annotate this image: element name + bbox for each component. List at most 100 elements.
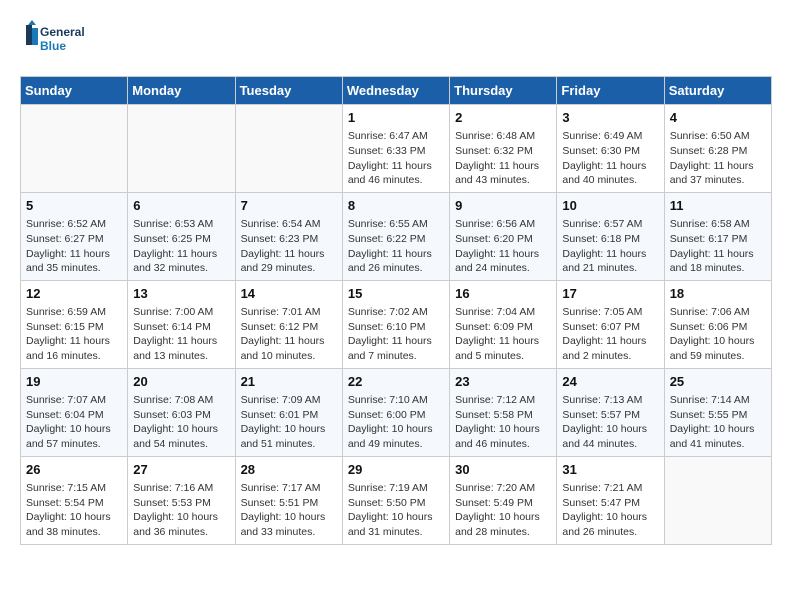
day-number: 15 bbox=[348, 285, 444, 303]
weekday-header-friday: Friday bbox=[557, 77, 664, 105]
calendar-cell: 16 Sunrise: 7:04 AM Sunset: 6:09 PM Dayli… bbox=[450, 280, 557, 368]
calendar-cell: 5 Sunrise: 6:52 AM Sunset: 6:27 PM Daylig… bbox=[21, 192, 128, 280]
weekday-header-saturday: Saturday bbox=[664, 77, 771, 105]
day-number: 11 bbox=[670, 197, 766, 215]
day-info: Sunrise: 6:55 AM Sunset: 6:22 PM Dayligh… bbox=[348, 217, 444, 276]
day-number: 18 bbox=[670, 285, 766, 303]
day-info: Sunrise: 7:13 AM Sunset: 5:57 PM Dayligh… bbox=[562, 393, 658, 452]
day-info: Sunrise: 7:15 AM Sunset: 5:54 PM Dayligh… bbox=[26, 481, 122, 540]
day-info: Sunrise: 7:16 AM Sunset: 5:53 PM Dayligh… bbox=[133, 481, 229, 540]
day-number: 28 bbox=[241, 461, 337, 479]
weekday-header-tuesday: Tuesday bbox=[235, 77, 342, 105]
day-info: Sunrise: 7:01 AM Sunset: 6:12 PM Dayligh… bbox=[241, 305, 337, 364]
calendar-cell: 6 Sunrise: 6:53 AM Sunset: 6:25 PM Daylig… bbox=[128, 192, 235, 280]
day-info: Sunrise: 7:10 AM Sunset: 6:00 PM Dayligh… bbox=[348, 393, 444, 452]
day-info: Sunrise: 7:12 AM Sunset: 5:58 PM Dayligh… bbox=[455, 393, 551, 452]
day-number: 6 bbox=[133, 197, 229, 215]
calendar-cell: 4Sunrise: 6:50 AM Sunset: 6:28 PM Daylig… bbox=[664, 105, 771, 193]
day-number: 10 bbox=[562, 197, 658, 215]
weekday-header-row: SundayMondayTuesdayWednesdayThursdayFrid… bbox=[21, 77, 772, 105]
calendar-cell: 30Sunrise: 7:20 AM Sunset: 5:49 PM Dayli… bbox=[450, 456, 557, 544]
calendar-cell: 13 Sunrise: 7:00 AM Sunset: 6:14 PM Dayli… bbox=[128, 280, 235, 368]
day-info: Sunrise: 7:09 AM Sunset: 6:01 PM Dayligh… bbox=[241, 393, 337, 452]
day-info: Sunrise: 6:58 AM Sunset: 6:17 PM Dayligh… bbox=[670, 217, 766, 276]
day-number: 13 bbox=[133, 285, 229, 303]
calendar-week-1: 1Sunrise: 6:47 AM Sunset: 6:33 PM Daylig… bbox=[21, 105, 772, 193]
day-number: 3 bbox=[562, 109, 658, 127]
day-number: 31 bbox=[562, 461, 658, 479]
day-info: Sunrise: 6:59 AM Sunset: 6:15 PM Dayligh… bbox=[26, 305, 122, 364]
weekday-header-sunday: Sunday bbox=[21, 77, 128, 105]
day-info: Sunrise: 6:54 AM Sunset: 6:23 PM Dayligh… bbox=[241, 217, 337, 276]
day-info: Sunrise: 6:52 AM Sunset: 6:27 PM Dayligh… bbox=[26, 217, 122, 276]
day-number: 21 bbox=[241, 373, 337, 391]
day-info: Sunrise: 6:49 AM Sunset: 6:30 PM Dayligh… bbox=[562, 129, 658, 188]
calendar-cell: 8 Sunrise: 6:55 AM Sunset: 6:22 PM Daylig… bbox=[342, 192, 449, 280]
day-number: 23 bbox=[455, 373, 551, 391]
logo-svg: General Blue bbox=[20, 20, 90, 60]
calendar-week-3: 12 Sunrise: 6:59 AM Sunset: 6:15 PM Dayli… bbox=[21, 280, 772, 368]
day-info: Sunrise: 6:56 AM Sunset: 6:20 PM Dayligh… bbox=[455, 217, 551, 276]
day-info: Sunrise: 7:04 AM Sunset: 6:09 PM Dayligh… bbox=[455, 305, 551, 364]
calendar-week-2: 5 Sunrise: 6:52 AM Sunset: 6:27 PM Daylig… bbox=[21, 192, 772, 280]
calendar-cell: 14 Sunrise: 7:01 AM Sunset: 6:12 PM Dayli… bbox=[235, 280, 342, 368]
day-number: 20 bbox=[133, 373, 229, 391]
day-number: 17 bbox=[562, 285, 658, 303]
day-info: Sunrise: 7:07 AM Sunset: 6:04 PM Dayligh… bbox=[26, 393, 122, 452]
weekday-header-thursday: Thursday bbox=[450, 77, 557, 105]
day-number: 29 bbox=[348, 461, 444, 479]
day-number: 19 bbox=[26, 373, 122, 391]
day-number: 26 bbox=[26, 461, 122, 479]
calendar-cell: 23 Sunrise: 7:12 AM Sunset: 5:58 PM Dayli… bbox=[450, 368, 557, 456]
calendar-cell: 21 Sunrise: 7:09 AM Sunset: 6:01 PM Dayli… bbox=[235, 368, 342, 456]
day-info: Sunrise: 6:57 AM Sunset: 6:18 PM Dayligh… bbox=[562, 217, 658, 276]
day-info: Sunrise: 6:48 AM Sunset: 6:32 PM Dayligh… bbox=[455, 129, 551, 188]
day-info: Sunrise: 7:08 AM Sunset: 6:03 PM Dayligh… bbox=[133, 393, 229, 452]
calendar-cell: 20 Sunrise: 7:08 AM Sunset: 6:03 PM Dayli… bbox=[128, 368, 235, 456]
calendar-cell: 22Sunrise: 7:10 AM Sunset: 6:00 PM Dayli… bbox=[342, 368, 449, 456]
calendar-cell: 25Sunrise: 7:14 AM Sunset: 5:55 PM Dayli… bbox=[664, 368, 771, 456]
calendar-week-5: 26 Sunrise: 7:15 AM Sunset: 5:54 PM Dayli… bbox=[21, 456, 772, 544]
day-info: Sunrise: 6:53 AM Sunset: 6:25 PM Dayligh… bbox=[133, 217, 229, 276]
day-number: 5 bbox=[26, 197, 122, 215]
day-info: Sunrise: 7:02 AM Sunset: 6:10 PM Dayligh… bbox=[348, 305, 444, 364]
day-number: 14 bbox=[241, 285, 337, 303]
calendar-cell: 29 Sunrise: 7:19 AM Sunset: 5:50 PM Dayli… bbox=[342, 456, 449, 544]
calendar-cell: 7 Sunrise: 6:54 AM Sunset: 6:23 PM Daylig… bbox=[235, 192, 342, 280]
calendar-cell: 18Sunrise: 7:06 AM Sunset: 6:06 PM Dayli… bbox=[664, 280, 771, 368]
calendar-cell bbox=[664, 456, 771, 544]
logo: General Blue bbox=[20, 20, 90, 60]
day-number: 12 bbox=[26, 285, 122, 303]
day-info: Sunrise: 7:17 AM Sunset: 5:51 PM Dayligh… bbox=[241, 481, 337, 540]
calendar-cell bbox=[21, 105, 128, 193]
day-info: Sunrise: 7:05 AM Sunset: 6:07 PM Dayligh… bbox=[562, 305, 658, 364]
calendar-cell: 15 Sunrise: 7:02 AM Sunset: 6:10 PM Dayli… bbox=[342, 280, 449, 368]
calendar-cell bbox=[235, 105, 342, 193]
day-number: 16 bbox=[455, 285, 551, 303]
calendar-cell: 27 Sunrise: 7:16 AM Sunset: 5:53 PM Dayli… bbox=[128, 456, 235, 544]
weekday-header-monday: Monday bbox=[128, 77, 235, 105]
calendar-cell: 24Sunrise: 7:13 AM Sunset: 5:57 PM Dayli… bbox=[557, 368, 664, 456]
calendar-cell: 11 Sunrise: 6:58 AM Sunset: 6:17 PM Dayli… bbox=[664, 192, 771, 280]
day-info: Sunrise: 7:19 AM Sunset: 5:50 PM Dayligh… bbox=[348, 481, 444, 540]
day-number: 9 bbox=[455, 197, 551, 215]
svg-text:Blue: Blue bbox=[40, 39, 66, 53]
day-info: Sunrise: 7:00 AM Sunset: 6:14 PM Dayligh… bbox=[133, 305, 229, 364]
calendar-cell: 26 Sunrise: 7:15 AM Sunset: 5:54 PM Dayli… bbox=[21, 456, 128, 544]
day-number: 8 bbox=[348, 197, 444, 215]
page-header: General Blue bbox=[20, 20, 772, 60]
calendar-week-4: 19 Sunrise: 7:07 AM Sunset: 6:04 PM Dayli… bbox=[21, 368, 772, 456]
calendar-cell: 17 Sunrise: 7:05 AM Sunset: 6:07 PM Dayli… bbox=[557, 280, 664, 368]
day-number: 27 bbox=[133, 461, 229, 479]
calendar-cell: 3 Sunrise: 6:49 AM Sunset: 6:30 PM Daylig… bbox=[557, 105, 664, 193]
weekday-header-wednesday: Wednesday bbox=[342, 77, 449, 105]
day-number: 1 bbox=[348, 109, 444, 127]
calendar-cell: 28 Sunrise: 7:17 AM Sunset: 5:51 PM Dayli… bbox=[235, 456, 342, 544]
calendar-table: SundayMondayTuesdayWednesdayThursdayFrid… bbox=[20, 76, 772, 545]
calendar-cell: 12 Sunrise: 6:59 AM Sunset: 6:15 PM Dayli… bbox=[21, 280, 128, 368]
calendar-cell: 19 Sunrise: 7:07 AM Sunset: 6:04 PM Dayli… bbox=[21, 368, 128, 456]
calendar-cell bbox=[128, 105, 235, 193]
calendar-cell: 2Sunrise: 6:48 AM Sunset: 6:32 PM Daylig… bbox=[450, 105, 557, 193]
day-info: Sunrise: 6:50 AM Sunset: 6:28 PM Dayligh… bbox=[670, 129, 766, 188]
day-number: 7 bbox=[241, 197, 337, 215]
